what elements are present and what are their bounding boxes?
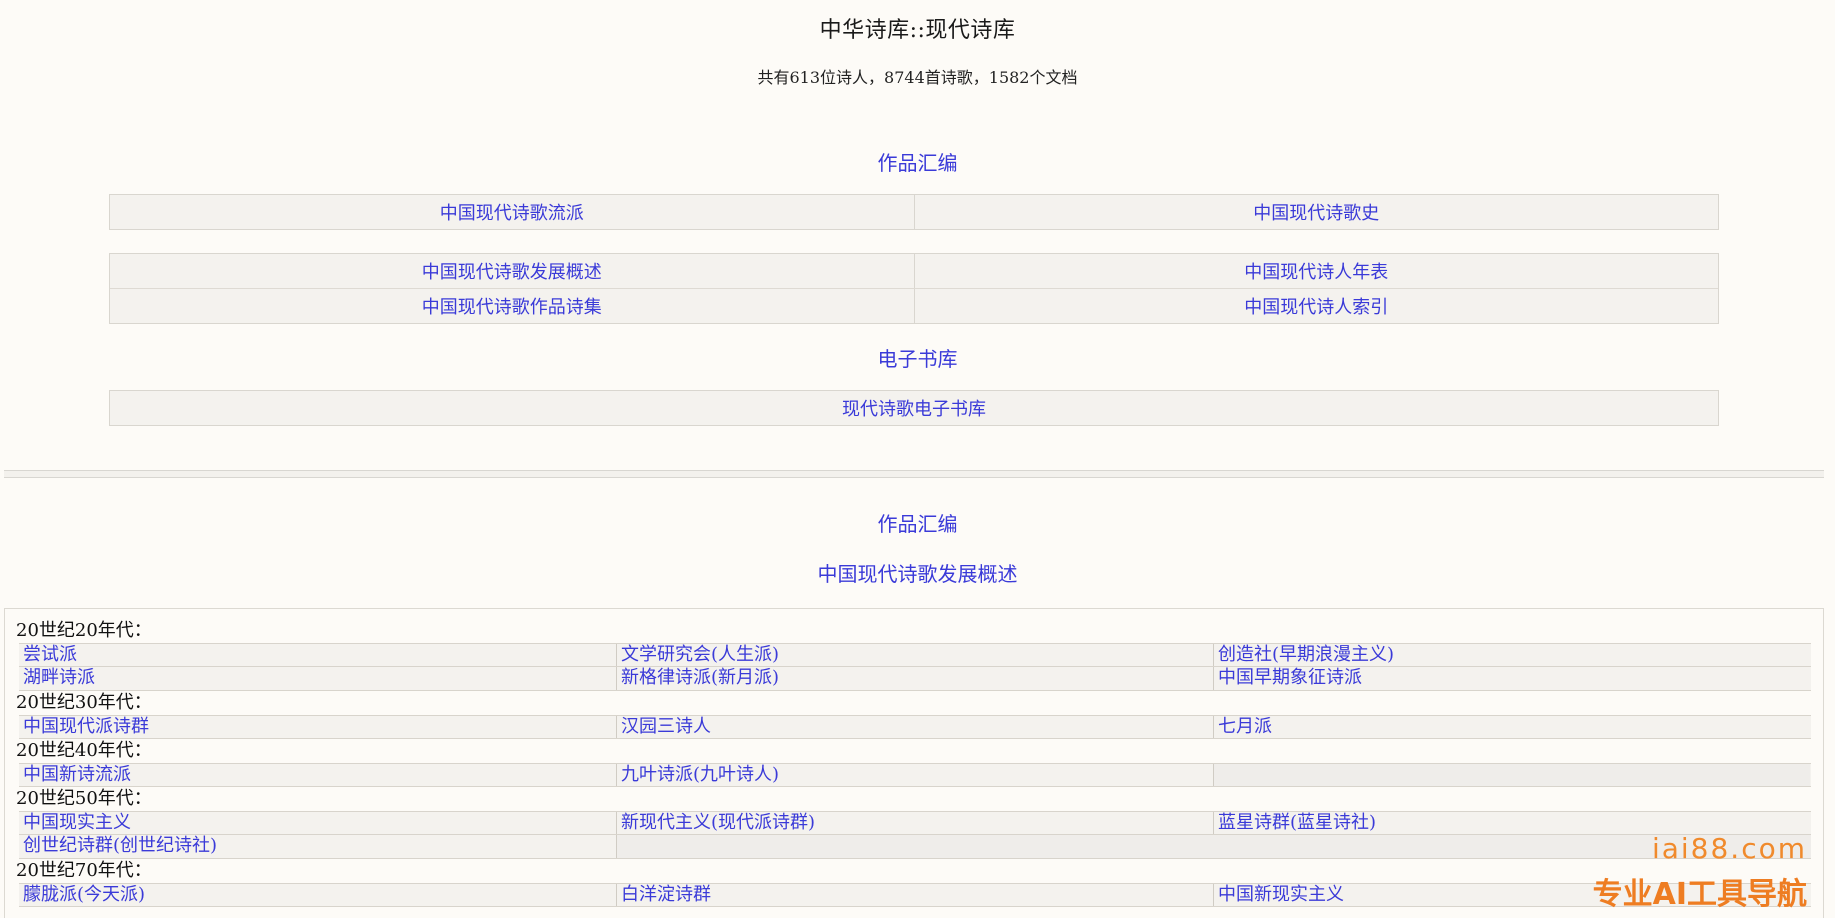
horizontal-divider (4, 470, 1824, 478)
table-row: 朦胧派(今天派) 白洋淀诗群 中国新现实主义 (19, 883, 1811, 907)
table-row: 湖畔诗派 新格律诗派(新月派) 中国早期象征诗派 (19, 667, 1811, 691)
era-label: 20世纪40年代： (16, 740, 152, 761)
link-poet-chronology[interactable]: 中国现代诗人年表 (913, 254, 1719, 288)
era-label: 20世纪50年代： (16, 788, 152, 809)
school-link[interactable]: 蓝星诗群(蓝星诗社) (1213, 812, 1810, 834)
link-development-overview-anchor[interactable]: 中国现代诗歌发展概述 (0, 558, 1835, 587)
site-stats: 共有613位诗人，8744首诗歌，1582个文档 (757, 68, 1078, 87)
school-link[interactable]: 新格律诗派(新月派) (616, 667, 1213, 690)
era-label: 20世纪70年代： (16, 860, 152, 881)
section-heading-ebooks: 电子书库 (877, 347, 958, 371)
era-label: 20世纪30年代： (16, 692, 152, 713)
table-row: 尝试派 文学研究会(人生派) 创造社(早期浪漫主义) (19, 643, 1811, 667)
school-link[interactable]: 白洋淀诗群 (616, 884, 1213, 906)
school-link[interactable]: 九叶诗派(九叶诗人) (616, 764, 1213, 786)
school-link[interactable]: 七月派 (1213, 716, 1810, 738)
link-development-overview[interactable]: 中国现代诗歌发展概述 (110, 254, 914, 288)
link-poetry-history[interactable]: 中国现代诗歌史 (913, 195, 1719, 229)
table-row: 中国现代派诗群 汉园三诗人 七月派 (19, 715, 1811, 739)
link-poet-index[interactable]: 中国现代诗人索引 (913, 289, 1719, 323)
school-link[interactable]: 创造社(早期浪漫主义) (1213, 644, 1810, 666)
watermark-text: 专业AI工具导航 (1592, 877, 1807, 912)
table-row: 中国现实主义 新现代主义(现代派诗群) 蓝星诗群(蓝星诗社) (19, 811, 1811, 835)
school-link[interactable]: 文学研究会(人生派) (616, 644, 1213, 666)
school-link[interactable]: 尝试派 (19, 644, 616, 666)
section-heading-works: 作品汇编 (877, 151, 958, 175)
empty-cell (1213, 764, 1810, 786)
page-title: 中华诗库::现代诗库 (819, 18, 1016, 43)
school-link[interactable]: 湖畔诗派 (19, 667, 616, 690)
school-link[interactable]: 新现代主义(现代派诗群) (616, 812, 1213, 834)
link-poetry-collections[interactable]: 中国现代诗歌作品诗集 (110, 289, 914, 323)
works-link-group-2: 中国现代诗歌发展概述 中国现代诗人年表 中国现代诗歌作品诗集 中国现代诗人索引 (109, 253, 1719, 324)
school-link[interactable]: 中国新诗流派 (19, 764, 616, 786)
watermark: iai88.com 专业AI工具导航 (1593, 832, 1807, 913)
school-link[interactable]: 汉园三诗人 (616, 716, 1213, 738)
school-link[interactable]: 朦胧派(今天派) (19, 884, 616, 906)
table-row: 中国新诗流派 九叶诗派(九叶诗人) (19, 763, 1811, 787)
lower-section-heading: 作品汇编 (877, 512, 958, 536)
schools-table: 20世纪20年代： 尝试派 文学研究会(人生派) 创造社(早期浪漫主义) 湖畔诗… (4, 608, 1824, 918)
works-link-group-1: 中国现代诗歌流派 中国现代诗歌史 (109, 194, 1719, 230)
school-link[interactable]: 中国现实主义 (19, 812, 616, 834)
link-poetry-schools[interactable]: 中国现代诗歌流派 (110, 195, 914, 229)
school-link[interactable]: 创世纪诗群(创世纪诗社) (19, 835, 616, 858)
school-link[interactable]: 中国早期象征诗派 (1213, 667, 1810, 690)
school-link[interactable]: 中国现代派诗群 (19, 716, 616, 738)
ebook-link-group: 现代诗歌电子书库 (109, 390, 1719, 426)
link-ebook-library[interactable]: 现代诗歌电子书库 (110, 391, 1718, 425)
watermark-url: iai88.com (1651, 832, 1807, 865)
era-label: 20世纪20年代： (16, 620, 152, 641)
table-row: 创世纪诗群(创世纪诗社) (19, 835, 1811, 859)
